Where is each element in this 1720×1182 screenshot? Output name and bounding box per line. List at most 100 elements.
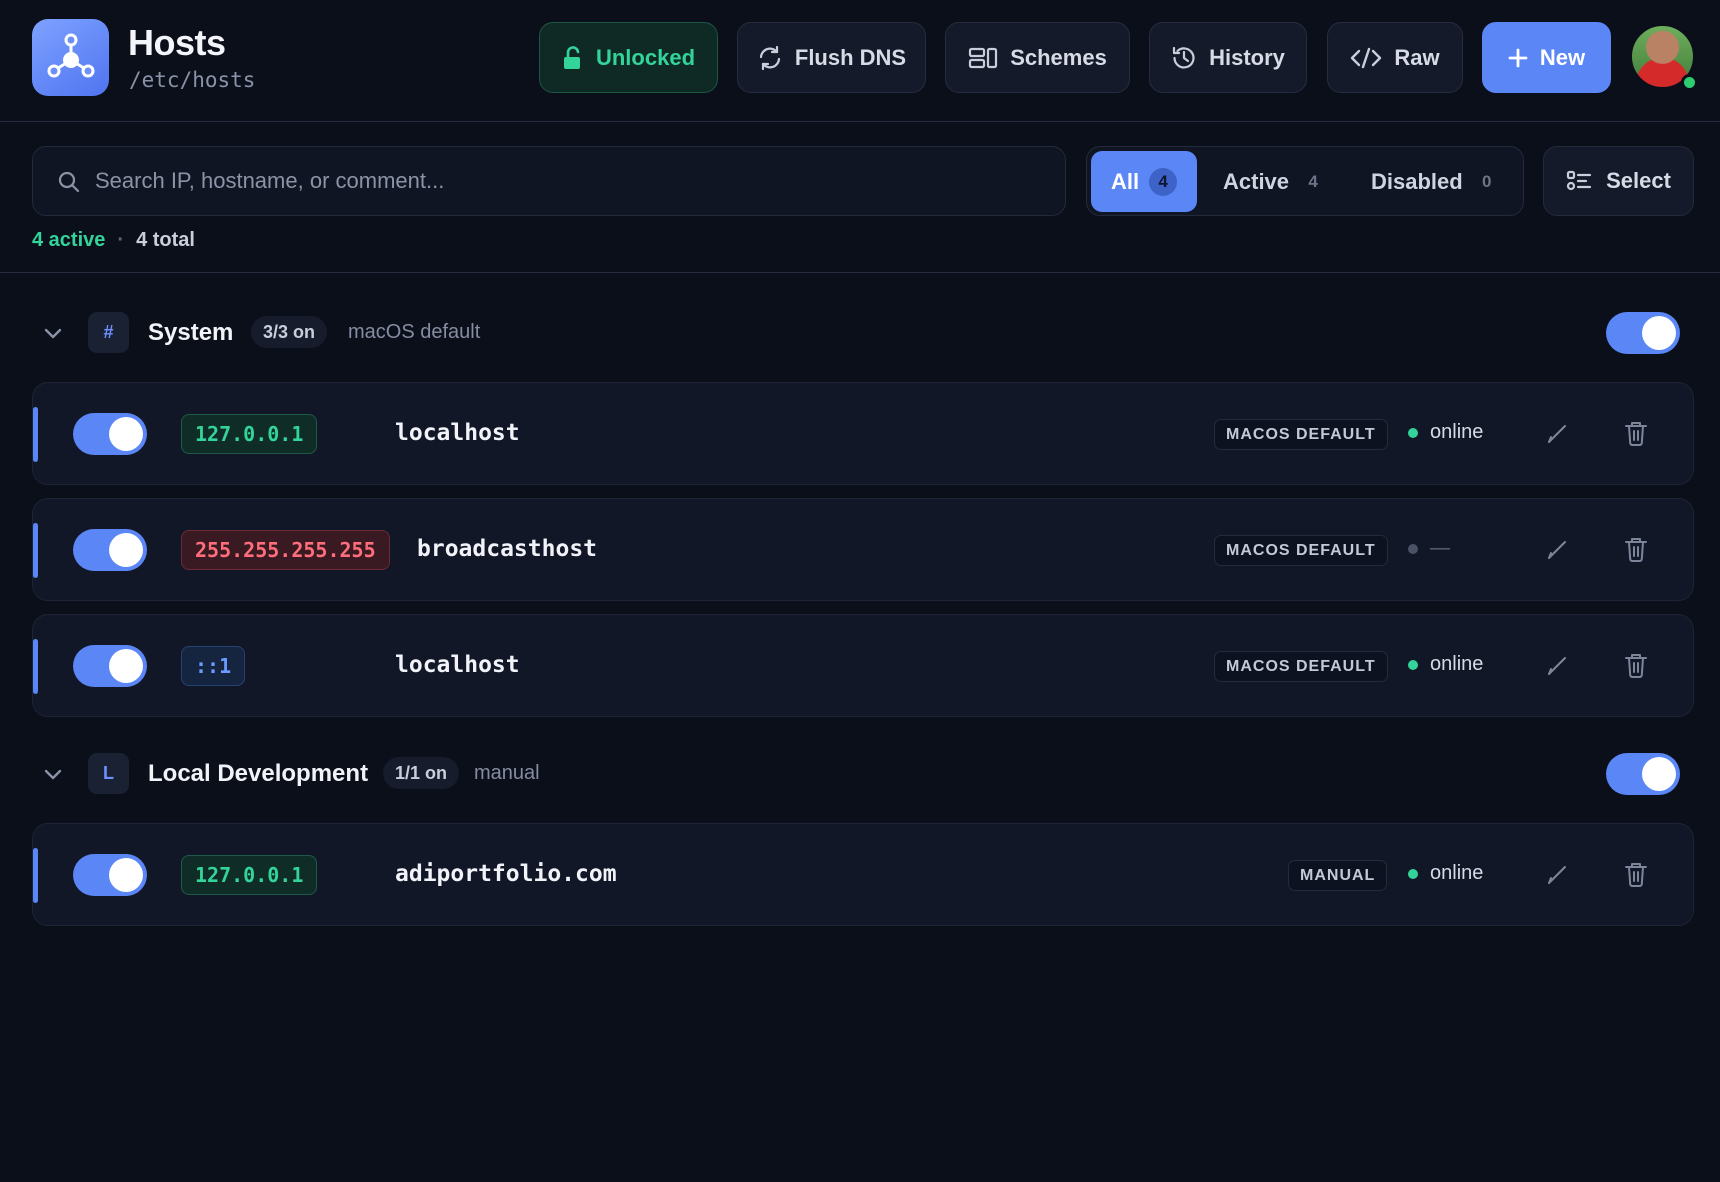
unlocked-label: Unlocked [595, 44, 696, 70]
hostname: broadcasthost [417, 536, 598, 562]
host-status: — [1408, 537, 1450, 560]
flush-dns-label: Flush DNS [794, 44, 907, 70]
hostname: localhost [395, 420, 520, 446]
row-accent [33, 639, 38, 694]
hostname: localhost [395, 652, 520, 678]
row-accent [33, 848, 38, 903]
group-icon: L [88, 753, 129, 794]
pencil-icon[interactable] [1545, 861, 1571, 887]
pencil-icon[interactable] [1545, 652, 1571, 678]
filter-all-count: 4 [1149, 167, 1178, 196]
history-label: History [1209, 44, 1285, 70]
pencil-icon[interactable] [1545, 536, 1571, 562]
source-badge: MACOS DEFAULT [1214, 651, 1388, 682]
status-label: online [1430, 862, 1484, 884]
schemes-button[interactable]: Schemes [945, 22, 1130, 93]
filter-disabled-tab[interactable]: Disabled 0 [1351, 151, 1521, 212]
group-toggle-local-development[interactable] [1606, 753, 1680, 795]
host-toggle[interactable] [73, 529, 147, 571]
host-status: online [1408, 862, 1483, 885]
host-toggle[interactable] [73, 854, 147, 896]
trash-icon[interactable] [1623, 535, 1649, 563]
chevron-down-icon[interactable] [42, 322, 64, 344]
filter-disabled-count: 0 [1481, 171, 1492, 191]
new-label: New [1539, 44, 1586, 70]
new-host-button[interactable]: New [1482, 22, 1611, 93]
filter-active-tab[interactable]: Active 4 [1203, 151, 1347, 212]
summary-separator: · [117, 229, 125, 251]
group-subtitle: manual [474, 762, 540, 784]
row-accent [33, 407, 38, 462]
filter-segmented-control: All 4 Active 4 Disabled 0 [1086, 146, 1524, 216]
hostname: adiportfolio.com [395, 861, 617, 887]
trash-icon[interactable] [1623, 651, 1649, 679]
status-label: online [1430, 653, 1484, 675]
select-button[interactable]: Select [1543, 146, 1694, 216]
filter-all-label: All [1111, 168, 1140, 194]
group-name: System [148, 319, 234, 346]
host-toggle[interactable] [73, 413, 147, 455]
status-label: — [1430, 537, 1450, 559]
source-badge: MACOS DEFAULT [1214, 535, 1388, 566]
host-row: 255.255.255.255 broadcasthost MACOS DEFA… [32, 498, 1694, 601]
trash-icon[interactable] [1623, 419, 1649, 447]
schemes-label: Schemes [1010, 44, 1107, 70]
raw-label: Raw [1394, 44, 1440, 70]
checklist-icon [1566, 170, 1592, 191]
history-button[interactable]: History [1149, 22, 1307, 93]
app-header: Hosts /etc/hosts Unlocked Flush DNS Sche… [0, 0, 1720, 122]
refresh-icon [759, 45, 780, 70]
group-count-pill: 3/3 on [251, 316, 328, 348]
group-header-system: # System 3/3 on macOS default [32, 310, 1694, 356]
select-label: Select [1606, 168, 1671, 193]
group-subtitle: macOS default [348, 321, 481, 343]
pencil-icon[interactable] [1545, 420, 1571, 446]
flush-dns-button[interactable]: Flush DNS [737, 22, 926, 93]
group-count-pill: 1/1 on [383, 757, 460, 789]
raw-button[interactable]: Raw [1327, 22, 1463, 93]
chevron-down-icon[interactable] [42, 763, 64, 785]
search-icon [58, 171, 80, 193]
host-row: 127.0.0.1 adiportfolio.com MANUAL online [32, 823, 1694, 926]
toolbar-divider [0, 272, 1720, 273]
unlock-icon [563, 45, 580, 69]
ip-badge: 127.0.0.1 [181, 414, 318, 454]
ip-badge: 127.0.0.1 [181, 855, 318, 895]
trash-icon[interactable] [1623, 860, 1649, 888]
host-status: online [1408, 421, 1483, 444]
status-dot [1408, 427, 1418, 438]
online-status-indicator [1681, 74, 1698, 91]
search-input[interactable] [95, 147, 1045, 215]
host-status: online [1408, 653, 1483, 676]
group-header-local-development: L Local Development 1/1 on manual [32, 751, 1694, 797]
search-box [32, 146, 1066, 216]
filter-all-tab[interactable]: All 4 [1091, 151, 1197, 212]
network-hub-icon [32, 19, 109, 96]
source-badge: MACOS DEFAULT [1214, 419, 1388, 450]
plus-icon [1508, 48, 1528, 67]
total-count: 4 total [136, 229, 195, 251]
status-dot [1408, 868, 1418, 879]
ip-badge: 255.255.255.255 [181, 530, 390, 570]
filter-active-count: 4 [1308, 171, 1318, 191]
app-title: Hosts [128, 22, 226, 63]
group-name: Local Development [148, 760, 369, 787]
source-badge: MANUAL [1288, 860, 1388, 891]
host-toggle[interactable] [73, 645, 147, 687]
status-dot [1408, 659, 1418, 670]
status-dot [1408, 543, 1418, 554]
unlocked-button[interactable]: Unlocked [539, 22, 718, 93]
filter-active-label: Active [1223, 168, 1290, 194]
row-accent [33, 523, 38, 578]
active-count: 4 active [32, 229, 106, 251]
filter-disabled-label: Disabled [1371, 168, 1463, 194]
hosts-summary: 4 active · 4 total [32, 229, 195, 252]
group-toggle-system[interactable] [1606, 312, 1680, 354]
status-label: online [1430, 421, 1484, 443]
code-icon [1351, 47, 1382, 68]
ip-badge: ::1 [181, 646, 246, 686]
host-row: 127.0.0.1 localhost MACOS DEFAULT online [32, 382, 1694, 485]
host-row: ::1 localhost MACOS DEFAULT online [32, 614, 1694, 717]
history-icon [1172, 46, 1195, 69]
group-icon: # [88, 312, 129, 353]
